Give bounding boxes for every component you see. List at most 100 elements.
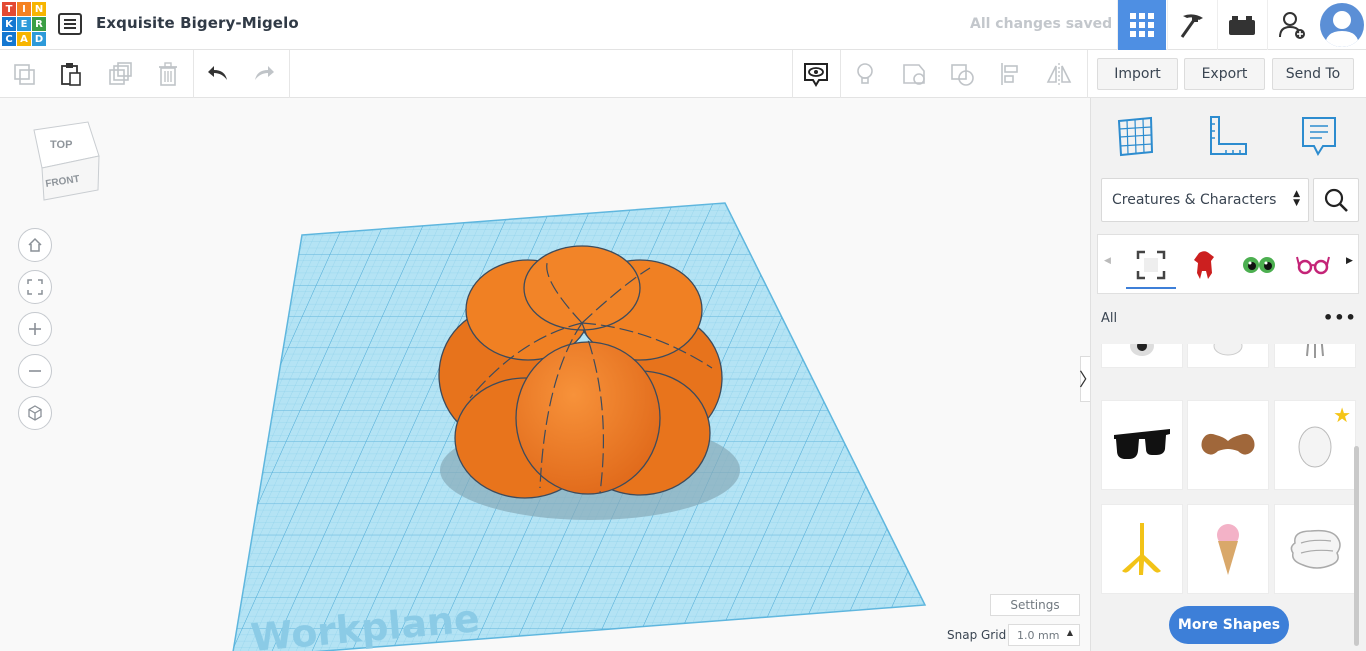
eyeball-icon <box>1130 344 1154 356</box>
tray-item-frame[interactable] <box>1126 243 1176 287</box>
align-icon <box>1001 63 1018 85</box>
logo-letter: T <box>2 2 16 16</box>
bricks-button[interactable] <box>1217 0 1266 50</box>
tooth-icon <box>1213 344 1243 356</box>
toolbar-divider <box>193 50 194 98</box>
logo-letter: I <box>17 2 31 16</box>
more-options-icon[interactable]: ••• <box>1323 308 1357 327</box>
export-button[interactable]: Export <box>1184 58 1265 90</box>
search-icon <box>1324 188 1348 212</box>
copy-icon <box>14 64 35 85</box>
align-button[interactable] <box>995 58 1027 90</box>
mirror-button[interactable] <box>1043 58 1075 90</box>
delete-button[interactable] <box>152 58 184 90</box>
pumpkin-shape[interactable] <box>438 245 723 499</box>
frame-icon <box>1136 250 1166 280</box>
workplane-scene[interactable]: Workplane <box>0 98 1090 651</box>
shape-tooth[interactable] <box>1187 344 1269 368</box>
shape-bird-foot[interactable] <box>1101 504 1183 594</box>
edit-toolbar: Import Export Send To <box>0 50 1366 98</box>
invite-user-button[interactable] <box>1267 0 1316 50</box>
settings-button[interactable]: Settings <box>990 594 1080 616</box>
skeleton-hand-icon <box>1306 344 1324 358</box>
top-header: T I N K E R C A D Exquisite Bigery-Migel… <box>0 0 1366 50</box>
shape-ice-cream[interactable] <box>1187 504 1269 594</box>
shapes-panel: Creatures & Characters ▲ ▼ ◀ ▶ All ••• ★… <box>1090 98 1366 651</box>
save-status: All changes saved <box>970 16 1113 32</box>
ruler-tool-button[interactable] <box>1203 112 1251 160</box>
group-button[interactable] <box>898 58 930 90</box>
shape-egg[interactable]: ★ <box>1274 400 1356 490</box>
tray-item-creature[interactable] <box>1180 243 1230 287</box>
pickaxe-icon <box>1180 14 1203 38</box>
more-shapes-button[interactable]: More Shapes <box>1169 606 1289 644</box>
send-to-button[interactable]: Send To <box>1272 58 1354 90</box>
mirror-icon <box>1046 63 1072 85</box>
tray-selection-indicator <box>1126 287 1176 289</box>
bird-foot-icon <box>1122 523 1161 575</box>
shape-eyeball[interactable] <box>1101 344 1183 368</box>
ungroup-button[interactable] <box>946 58 978 90</box>
logo-letter: C <box>2 32 16 46</box>
toolbar-divider <box>792 50 793 98</box>
tray-left-arrow-icon[interactable]: ◀ <box>1104 256 1111 266</box>
logo-letter: R <box>32 17 46 31</box>
hint-button[interactable] <box>849 58 881 90</box>
grid-view-button[interactable] <box>1117 0 1166 50</box>
toolbar-divider <box>840 50 841 98</box>
design-list-icon[interactable] <box>58 13 82 35</box>
notes-tool-button[interactable] <box>1295 112 1343 160</box>
delete-icon <box>159 62 177 86</box>
duplicate-button[interactable] <box>104 58 136 90</box>
undo-button[interactable] <box>202 58 234 90</box>
brick-icon <box>1229 16 1255 35</box>
toolbar-divider <box>1087 50 1088 98</box>
redo-button[interactable] <box>248 58 280 90</box>
copy-button[interactable] <box>8 58 40 90</box>
ruler-tool-icon <box>1210 116 1247 155</box>
snap-grid-select[interactable]: 1.0 mm ▲ <box>1008 624 1080 646</box>
shape-category-value: Creatures & Characters <box>1112 192 1277 208</box>
tray-right-arrow-icon[interactable]: ▶ <box>1346 256 1353 266</box>
shape-skeleton-hand[interactable] <box>1274 344 1356 368</box>
tray-item-glasses[interactable] <box>1288 243 1338 287</box>
notes-tool-icon <box>1302 117 1336 157</box>
shape-category-select[interactable]: Creatures & Characters ▲ ▼ <box>1101 178 1309 222</box>
shape-glove[interactable] <box>1274 504 1356 594</box>
sunglasses-icon <box>1114 429 1170 459</box>
favorite-star-icon[interactable]: ★ <box>1333 403 1351 427</box>
notes-toggle-button[interactable] <box>800 58 832 90</box>
caret-up-icon: ▲ <box>1066 628 1073 637</box>
ungroup-icon <box>951 64 974 86</box>
shape-mustache[interactable] <box>1187 400 1269 490</box>
shapes-scrollbar[interactable] <box>1354 446 1359 646</box>
design-title[interactable]: Exquisite Bigery-Migelo <box>96 14 299 32</box>
search-button[interactable] <box>1313 178 1359 222</box>
logo-letter: N <box>32 2 46 16</box>
blocks-button[interactable] <box>1167 0 1216 50</box>
toolbar-divider <box>289 50 290 98</box>
paste-button[interactable] <box>55 58 87 90</box>
import-button[interactable]: Import <box>1097 58 1178 90</box>
all-shapes-label: All <box>1101 311 1118 326</box>
chevron-right-icon: 〉 <box>1079 366 1090 392</box>
shape-sunglasses[interactable] <box>1101 400 1183 490</box>
glasses-icon <box>1296 256 1330 275</box>
tray-item-eyes[interactable] <box>1234 243 1284 287</box>
user-avatar[interactable] <box>1320 3 1364 47</box>
paste-icon <box>61 63 81 86</box>
shape-group-icon <box>903 64 925 85</box>
red-creature-icon <box>1194 251 1214 279</box>
grid-view-icon <box>1130 13 1154 37</box>
tinkercad-logo[interactable]: T I N K E R C A D <box>2 2 46 48</box>
workplane-tool-icon <box>1117 116 1154 157</box>
select-arrows-icon: ▲ ▼ <box>1293 189 1300 208</box>
3d-viewport[interactable]: TOP FRONT Workplane Settings Snap Grid 1… <box>0 98 1090 651</box>
collapse-panel-button[interactable]: 〉 <box>1079 356 1090 402</box>
workplane-tool-button[interactable] <box>1111 112 1159 160</box>
avatar-icon <box>1325 11 1359 47</box>
glove-icon <box>1290 529 1341 569</box>
logo-letter: D <box>32 32 46 46</box>
duplicate-icon <box>109 62 132 85</box>
logo-letter: K <box>2 17 16 31</box>
